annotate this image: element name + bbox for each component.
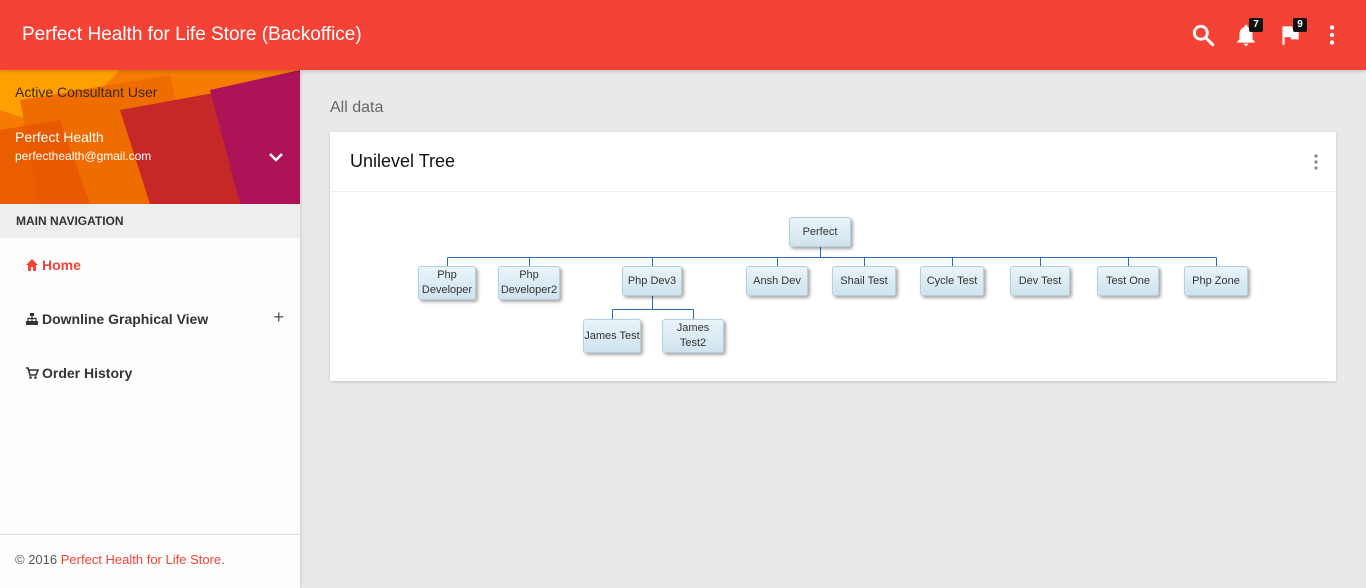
tree-node-label: Php Dev3: [627, 274, 677, 287]
footer-suffix: .: [221, 552, 225, 567]
nav-item-label: Home: [42, 257, 81, 273]
tree-node[interactable]: Shail Test: [832, 266, 896, 296]
more-vert-icon[interactable]: [1310, 152, 1322, 172]
tree-node-label: James Test2: [676, 322, 710, 349]
tree-node[interactable]: Php Developer2: [498, 266, 560, 300]
nav-header: MAIN NAVIGATION: [0, 204, 300, 238]
footer-brand-link[interactable]: Perfect Health for Life Store: [61, 552, 221, 567]
sitemap-icon: [25, 312, 39, 326]
tree-node[interactable]: Cycle Test: [920, 266, 984, 296]
tree-node[interactable]: Dev Test: [1010, 266, 1070, 296]
tree-node-label: Php Developer: [421, 269, 473, 296]
unilevel-tree: Perfect Php Developer Php Developer2 Php De…: [330, 193, 1336, 381]
tree-node[interactable]: Php Dev3: [622, 266, 682, 296]
notifications-button[interactable]: 7: [1233, 18, 1263, 48]
tree-node-label: Perfect: [802, 225, 838, 238]
chevron-down-icon[interactable]: [266, 150, 286, 166]
tree-node-label: Test One: [1105, 274, 1151, 287]
tasks-badge: 9: [1293, 18, 1307, 32]
unilevel-tree-card: Unilevel Tree Perfect Php Developer Php De…: [330, 132, 1336, 381]
card-title: Unilevel Tree: [350, 151, 456, 171]
card-header: Unilevel Tree: [330, 132, 1336, 192]
sidebar: Active Consultant User Perfect Health pe…: [0, 70, 300, 588]
tree-node[interactable]: Php Zone: [1184, 266, 1248, 296]
home-icon: [25, 258, 39, 272]
tree-node[interactable]: Test One: [1097, 266, 1159, 296]
user-info: Active Consultant User Perfect Health pe…: [0, 70, 300, 204]
top-bar: Perfect Health for Life Store (Backoffic…: [0, 0, 1366, 70]
user-email: perfecthealth@gmail.com: [15, 149, 152, 163]
notifications-badge: 7: [1249, 18, 1263, 32]
search-icon[interactable]: [1190, 22, 1216, 48]
more-vert-icon[interactable]: [1319, 22, 1345, 48]
nav-item-home[interactable]: Home: [0, 238, 300, 292]
tasks-button[interactable]: 9: [1277, 18, 1307, 48]
tree-node[interactable]: Ansh Dev: [746, 266, 808, 296]
copyright-text: © 2016: [15, 552, 61, 567]
tree-node-label: Php Zone: [1192, 274, 1240, 287]
sidebar-footer: © 2016 Perfect Health for Life Store.: [0, 534, 300, 588]
nav-item-downline-graphical-view[interactable]: Downline Graphical View +: [0, 292, 300, 346]
plus-icon[interactable]: +: [273, 307, 284, 328]
tree-node-child[interactable]: James Test2: [662, 319, 724, 353]
user-name: Perfect Health: [15, 129, 104, 145]
user-status: Active Consultant User: [15, 84, 158, 100]
cart-icon: [25, 366, 40, 380]
nav-item-order-history[interactable]: Order History: [0, 346, 300, 400]
tree-node-label: Ansh Dev: [753, 274, 801, 287]
tree-node-label: Shail Test: [840, 274, 888, 287]
tree-node-child[interactable]: James Test: [583, 319, 641, 353]
tree-node-label: Php Developer2: [500, 269, 558, 296]
tree-node-label: Cycle Test: [926, 274, 978, 287]
tree-node-label: James Test: [584, 329, 640, 342]
tree-node-label: Dev Test: [1018, 274, 1062, 287]
tree-node-root[interactable]: Perfect: [789, 217, 851, 247]
nav-item-label: Order History: [42, 365, 133, 381]
tree-node[interactable]: Php Developer: [418, 266, 476, 300]
nav-item-label: Downline Graphical View: [42, 311, 209, 327]
block-header: All data: [330, 99, 384, 116]
app-title[interactable]: Perfect Health for Life Store (Backoffic…: [22, 24, 362, 46]
